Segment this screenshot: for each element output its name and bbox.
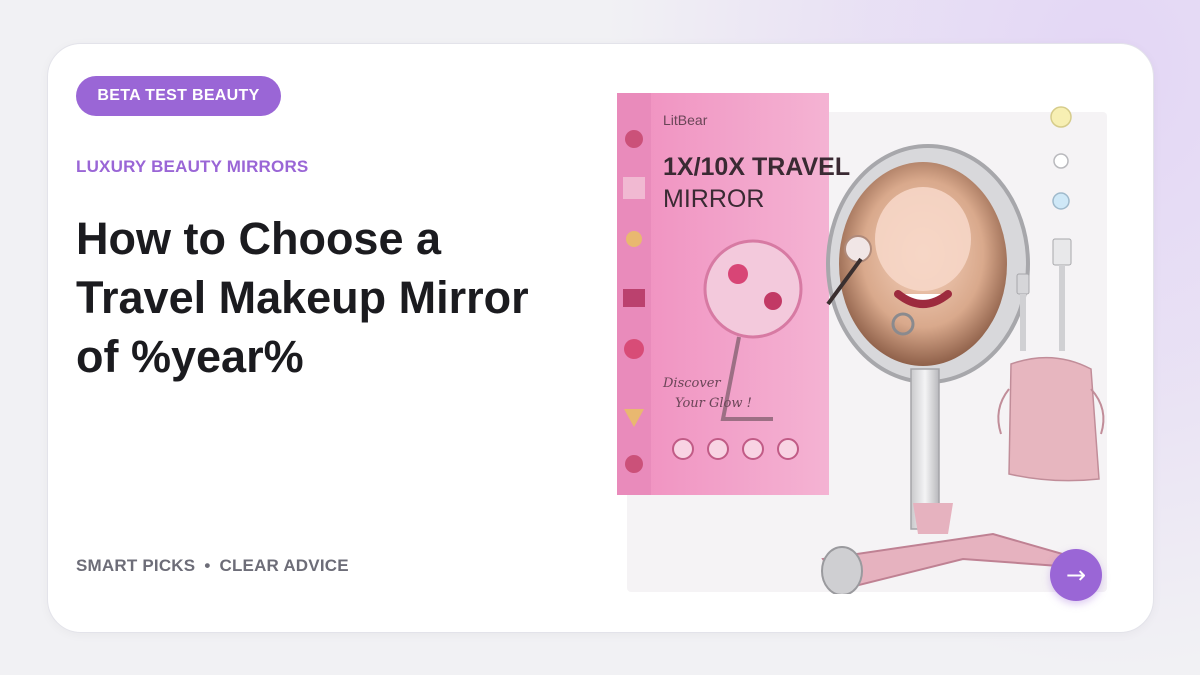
arrow-right-icon: →: [1065, 561, 1087, 589]
box-title-line2: MIRROR: [663, 185, 764, 213]
footer-tag-smart-picks: SMART PICKS: [76, 556, 196, 575]
box-title-line1: 1X/10X TRAVEL: [663, 153, 850, 181]
site-badge[interactable]: BETA TEST BEAUTY: [76, 76, 281, 116]
box-brand: LitBear: [663, 112, 708, 128]
box-script-line1: Discover: [662, 376, 721, 391]
footer-tags: SMART PICKS • CLEAR ADVICE: [76, 556, 349, 576]
footer-separator: •: [204, 556, 211, 575]
travel-pouch: [1008, 356, 1100, 482]
article-headline: How to Choose a Travel Makeup Mirror of …: [76, 209, 596, 386]
headline-line-2: Travel Makeup Mirror: [76, 272, 529, 323]
category-label: LUXURY BEAUTY MIRRORS: [76, 157, 309, 176]
mirror-product-image: LitBear 1X/10X TRAVEL MIRROR Discover Yo…: [613, 89, 1113, 594]
box-script-line2: Your Glow !: [675, 396, 752, 411]
light-mode-icons: [1050, 106, 1072, 210]
article-card[interactable]: BETA TEST BEAUTY LUXURY BEAUTY MIRRORS H…: [47, 43, 1154, 633]
headline-line-3: of %year%: [76, 331, 304, 382]
next-arrow-button[interactable]: →: [1050, 549, 1102, 601]
footer-tag-clear-advice: CLEAR ADVICE: [219, 556, 349, 575]
product-illustration: LitBear 1X/10X TRAVEL MIRROR Discover Yo…: [617, 93, 1105, 594]
headline-line-1: How to Choose a: [76, 213, 442, 264]
